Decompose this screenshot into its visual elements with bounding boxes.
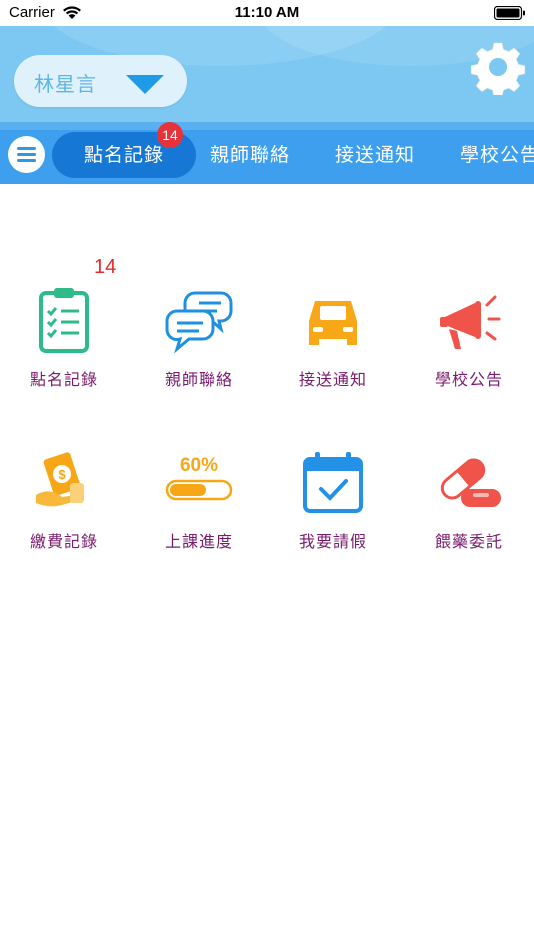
status-bar: Carrier 11:10 AM	[0, 0, 534, 26]
gear-icon[interactable]	[470, 39, 526, 95]
menu-button[interactable]	[8, 136, 45, 173]
parent-teacher-tile[interactable]: 親師聯絡	[132, 287, 266, 437]
payment-tile[interactable]: $ 繳費記錄	[0, 449, 131, 599]
car-icon	[309, 301, 357, 345]
announcements-tile[interactable]: 學校公告	[402, 287, 534, 437]
tile-label: 接送通知	[298, 370, 367, 389]
tile-label: 繳費記錄	[29, 532, 98, 551]
attendance-clipboard-icon	[39, 288, 89, 353]
tab-announcements[interactable]: 學校公告	[460, 132, 534, 178]
medicine-capsule-icon	[440, 458, 501, 507]
tab-parent-teacher[interactable]: 親師聯絡	[210, 132, 290, 178]
megaphone-icon	[440, 295, 501, 349]
app-header: 林星言	[0, 26, 534, 122]
progress-icon: 60%	[165, 455, 233, 501]
leave-request-tile[interactable]: 我要請假	[266, 449, 400, 599]
medicine-tile[interactable]: 餵藥委託	[402, 449, 534, 599]
tab-badge: 14	[157, 122, 183, 148]
chevron-down-icon	[126, 75, 164, 94]
progress-tile[interactable]: 60% 上課進度	[132, 449, 266, 599]
progress-percent: 60%	[180, 455, 218, 476]
svg-text:$: $	[58, 467, 66, 482]
tab-bar: 點名記錄 親師聯絡 接送通知 學校公告	[0, 122, 534, 184]
clock-time: 11:10 AM	[234, 4, 300, 21]
tile-label: 親師聯絡	[164, 370, 233, 389]
tile-label: 點名記錄	[29, 370, 98, 389]
student-selector[interactable]: 林星言	[14, 55, 187, 107]
tab-bar-band	[0, 122, 534, 130]
tile-label: 我要請假	[298, 532, 367, 551]
attendance-badge: 14	[94, 256, 117, 278]
tab-pickup[interactable]: 接送通知	[335, 132, 415, 178]
calendar-check-icon	[303, 452, 363, 513]
tile-label: 餵藥委託	[434, 532, 503, 551]
pickup-tile[interactable]: 接送通知	[266, 287, 400, 437]
tile-label: 學校公告	[434, 370, 503, 389]
chat-bubbles-icon	[165, 291, 233, 354]
battery-icon	[494, 6, 525, 20]
student-name: 林星言	[34, 72, 97, 96]
tile-label: 上課進度	[164, 532, 233, 551]
payment-icon: $	[36, 452, 84, 507]
attendance-tile[interactable]: 點名記錄	[0, 287, 131, 437]
